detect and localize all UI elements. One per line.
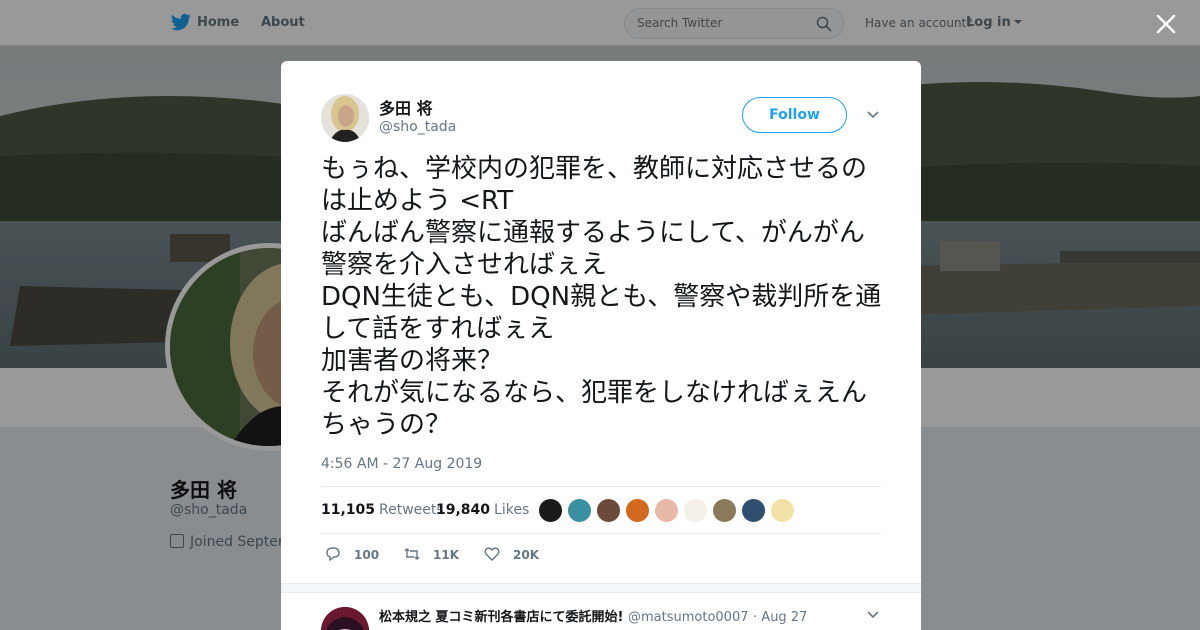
liker-avatar[interactable]: [683, 498, 708, 523]
reply-separator: [281, 583, 921, 593]
reply-icon[interactable]: [324, 545, 342, 563]
retweets-stat[interactable]: 11,105 Retweets: [321, 502, 444, 518]
close-icon[interactable]: [1155, 13, 1177, 35]
likes-count[interactable]: 19,840: [436, 502, 490, 518]
reply-author-name[interactable]: 松本規之 夏コミ新刊各書店にて委託開始!: [379, 610, 623, 625]
author-avatar[interactable]: [321, 94, 369, 142]
reply-author[interactable]: 松本規之 夏コミ新刊各書店にて委託開始! @matsumoto0007 · Au…: [379, 606, 807, 625]
retweets-label[interactable]: Retweets: [379, 502, 444, 518]
liker-avatar[interactable]: [770, 498, 795, 523]
tweet-timestamp[interactable]: 4:56 AM - 27 Aug 2019: [321, 456, 482, 472]
reply-chevron-down-icon[interactable]: [866, 610, 880, 620]
author-name[interactable]: 多田 将: [379, 95, 433, 119]
retweet-action[interactable]: 11K: [403, 545, 459, 563]
follow-button[interactable]: Follow: [742, 97, 847, 133]
liker-avatar[interactable]: [654, 498, 679, 523]
liker-avatar[interactable]: [712, 498, 737, 523]
reply-author-avatar[interactable]: [321, 607, 369, 630]
tweet-actions: 100 11K 20K: [321, 545, 881, 567]
retweets-count[interactable]: 11,105: [321, 502, 375, 518]
likes-stat[interactable]: 19,840 Likes: [436, 502, 529, 518]
liker-avatar[interactable]: [538, 498, 563, 523]
author-handle[interactable]: @sho_tada: [379, 119, 456, 135]
liker-avatar[interactable]: [567, 498, 592, 523]
liker-avatar[interactable]: [625, 498, 650, 523]
likes-label[interactable]: Likes: [494, 502, 529, 518]
reply-author-handle[interactable]: @matsumoto0007: [628, 610, 749, 625]
like-action[interactable]: 20K: [483, 545, 539, 563]
heart-icon[interactable]: [483, 545, 501, 563]
reply-date[interactable]: · Aug 27: [753, 610, 807, 625]
chevron-down-icon[interactable]: [866, 110, 880, 120]
liker-avatar[interactable]: [596, 498, 621, 523]
like-count[interactable]: 20K: [513, 548, 539, 562]
tweet-modal: 多田 将 @sho_tada Follow もぅね、学校内の犯罪を、教師に対応さ…: [281, 61, 921, 630]
reply-count[interactable]: 100: [354, 548, 379, 562]
reply-action[interactable]: 100: [324, 545, 379, 563]
tweet-text: もぅね、学校内の犯罪を、教師に対応させるのは止めよう <RT ばんばん警察に通報…: [321, 154, 882, 440]
tweet-stats: 11,105 Retweets 19,840 Likes: [321, 486, 881, 534]
liker-avatar[interactable]: [741, 498, 766, 523]
retweet-icon[interactable]: [403, 545, 421, 563]
retweet-count[interactable]: 11K: [433, 548, 459, 562]
